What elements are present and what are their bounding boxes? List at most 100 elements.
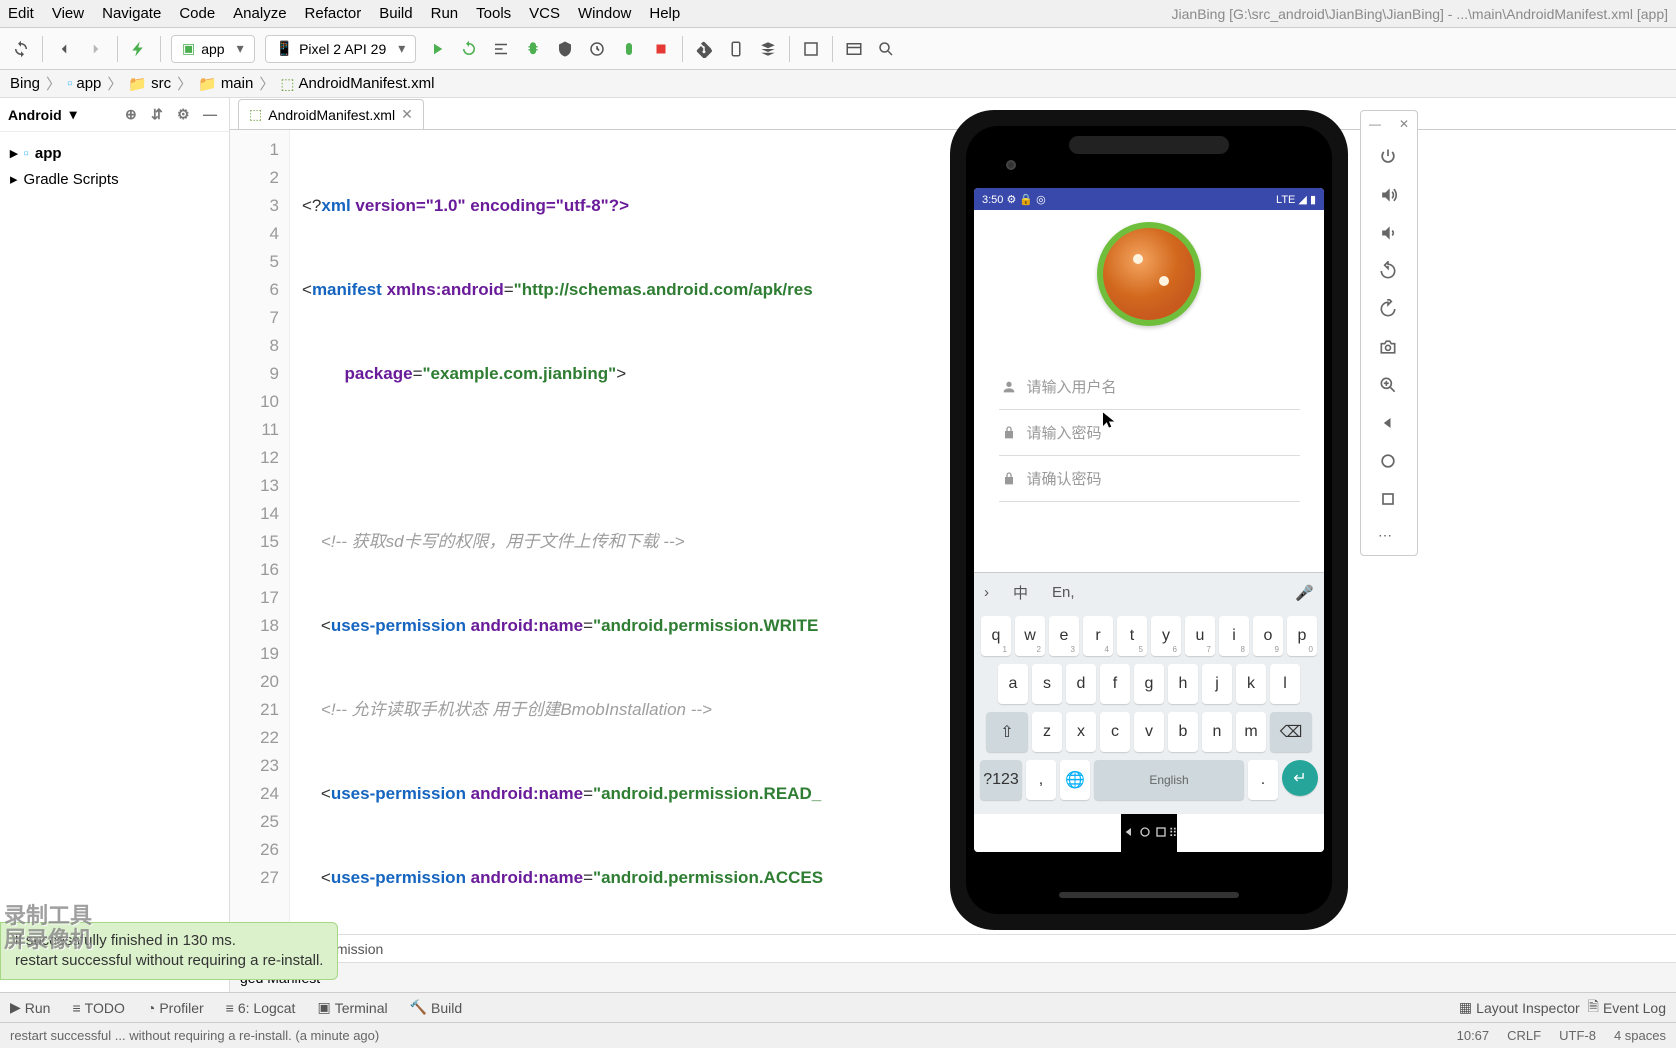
key-s[interactable]: s — [1032, 664, 1062, 704]
crumb-app[interactable]: ▫app — [67, 75, 101, 92]
mic-icon[interactable]: 🎤 — [1295, 584, 1314, 602]
collapse-icon[interactable]: ⇵ — [151, 106, 169, 124]
key-r[interactable]: r4 — [1083, 616, 1113, 656]
device-dropdown[interactable]: 📱 Pixel 2 API 29 ▾ — [265, 35, 417, 63]
hide-icon[interactable]: — — [203, 106, 221, 124]
kb-lang-cn[interactable]: 中 — [1013, 582, 1028, 603]
emu-min-icon[interactable]: — — [1369, 117, 1381, 131]
kb-lang-en[interactable]: En, — [1052, 584, 1075, 601]
git-icon[interactable] — [693, 38, 715, 60]
phone-screen[interactable]: 3:50 ⚙ 🔒 ◎ LTE ◢ ▮ 请输入用户名 请输入密码 — [974, 188, 1324, 852]
tw-logcat[interactable]: ≡ 6: Logcat — [226, 1000, 296, 1016]
key-g[interactable]: g — [1134, 664, 1164, 704]
key-k[interactable]: k — [1236, 664, 1266, 704]
apply-code-icon[interactable] — [490, 38, 512, 60]
crumb-main[interactable]: 📁main — [198, 75, 253, 93]
key-a[interactable]: a — [998, 664, 1028, 704]
key-p[interactable]: p0 — [1287, 616, 1317, 656]
menu-window[interactable]: Window — [578, 5, 631, 22]
more-icon[interactable]: ⋯ — [1378, 527, 1400, 549]
rotate-left-icon[interactable] — [1378, 261, 1400, 283]
menu-code[interactable]: Code — [179, 5, 215, 22]
crumb-file[interactable]: ⬚AndroidManifest.xml — [280, 75, 434, 93]
kb-expand-icon[interactable]: › — [984, 584, 989, 601]
zoom-icon[interactable] — [1378, 375, 1400, 397]
volume-down-icon[interactable] — [1378, 223, 1400, 245]
power-icon[interactable] — [1378, 147, 1400, 169]
tab-manifest[interactable]: ⬚ AndroidManifest.xml ✕ — [238, 99, 424, 129]
search-icon[interactable] — [875, 38, 897, 60]
back-icon[interactable] — [53, 38, 75, 60]
key-q[interactable]: q1 — [981, 616, 1011, 656]
menu-vcs[interactable]: VCS — [529, 5, 560, 22]
avd-icon[interactable] — [725, 38, 747, 60]
key-u[interactable]: u7 — [1185, 616, 1215, 656]
soft-keyboard[interactable]: › 中 En, 🎤 q1w2e3r4t5y6u7i8o9p0 asdfghjkl… — [974, 572, 1324, 814]
menu-edit[interactable]: Edit — [8, 5, 34, 22]
nav-back-icon[interactable] — [1121, 824, 1137, 843]
key-f[interactable]: f — [1100, 664, 1130, 704]
tw-profiler[interactable]: ◔ Profiler — [147, 1000, 204, 1016]
resource-icon[interactable] — [800, 38, 822, 60]
globe-key[interactable]: 🌐 — [1060, 760, 1090, 800]
nav-kb-icon[interactable]: ⠿ — [1169, 826, 1178, 840]
status-eol[interactable]: CRLF — [1507, 1028, 1541, 1043]
password-field[interactable]: 请输入密码 — [999, 410, 1300, 456]
debug-icon[interactable] — [522, 38, 544, 60]
sdk-icon[interactable] — [757, 38, 779, 60]
status-caret[interactable]: 10:67 — [1457, 1028, 1490, 1043]
coverage-icon[interactable] — [554, 38, 576, 60]
key-e[interactable]: e3 — [1049, 616, 1079, 656]
volume-up-icon[interactable] — [1378, 185, 1400, 207]
overview-icon[interactable] — [1378, 489, 1400, 511]
run-icon[interactable] — [426, 38, 448, 60]
menu-navigate[interactable]: Navigate — [102, 5, 161, 22]
menu-view[interactable]: View — [52, 5, 84, 22]
enter-key[interactable]: ↵ — [1282, 760, 1318, 796]
key-b[interactable]: b — [1168, 712, 1198, 752]
target-icon[interactable]: ⊕ — [125, 106, 143, 124]
num-key[interactable]: ?123 — [980, 760, 1022, 800]
tw-layout-inspector[interactable]: ▦ Layout Inspector — [1459, 996, 1580, 1020]
comma-key[interactable]: , — [1026, 760, 1056, 800]
close-icon[interactable]: ✕ — [401, 106, 413, 123]
tw-event-log[interactable]: 🗎 Event Log — [1588, 996, 1666, 1020]
key-c[interactable]: c — [1100, 712, 1130, 752]
menu-help[interactable]: Help — [649, 5, 680, 22]
backspace-key[interactable]: ⌫ — [1270, 712, 1312, 752]
sync-icon[interactable] — [10, 38, 32, 60]
key-l[interactable]: l — [1270, 664, 1300, 704]
key-z[interactable]: z — [1032, 712, 1062, 752]
key-v[interactable]: v — [1134, 712, 1164, 752]
key-o[interactable]: o9 — [1253, 616, 1283, 656]
attach-debug-icon[interactable] — [618, 38, 640, 60]
emulator-window[interactable]: 3:50 ⚙ 🔒 ◎ LTE ◢ ▮ 请输入用户名 请输入密码 — [950, 110, 1348, 930]
key-t[interactable]: t5 — [1117, 616, 1147, 656]
space-key[interactable]: English — [1094, 760, 1244, 800]
menu-analyze[interactable]: Analyze — [233, 5, 286, 22]
menu-refactor[interactable]: Refactor — [305, 5, 362, 22]
key-x[interactable]: x — [1066, 712, 1096, 752]
status-encoding[interactable]: UTF-8 — [1559, 1028, 1596, 1043]
nav-home-icon[interactable] — [1137, 824, 1153, 843]
camera-icon[interactable] — [1378, 337, 1400, 359]
key-y[interactable]: y6 — [1151, 616, 1181, 656]
key-n[interactable]: n — [1202, 712, 1232, 752]
key-w[interactable]: w2 — [1015, 616, 1045, 656]
tw-run[interactable]: ▶ Run — [10, 999, 50, 1016]
gear-icon[interactable]: ⚙ — [177, 106, 195, 124]
period-key[interactable]: . — [1248, 760, 1278, 800]
forward-icon[interactable] — [85, 38, 107, 60]
build-icon[interactable] — [128, 38, 150, 60]
emu-close-icon[interactable]: ✕ — [1399, 117, 1409, 131]
tw-build[interactable]: 🔨 Build — [410, 999, 463, 1016]
layout-icon[interactable] — [843, 38, 865, 60]
username-field[interactable]: 请输入用户名 — [999, 364, 1300, 410]
crumb-src[interactable]: 📁src — [128, 75, 171, 93]
key-j[interactable]: j — [1202, 664, 1232, 704]
shift-key[interactable]: ⇧ — [986, 712, 1028, 752]
menu-run[interactable]: Run — [431, 5, 459, 22]
tree-item-app[interactable]: ▸ ▫ app — [10, 140, 219, 166]
sidebar-header[interactable]: Android ▾ ⊕ ⇵ ⚙ — — [0, 98, 229, 132]
back-icon[interactable] — [1378, 413, 1400, 435]
